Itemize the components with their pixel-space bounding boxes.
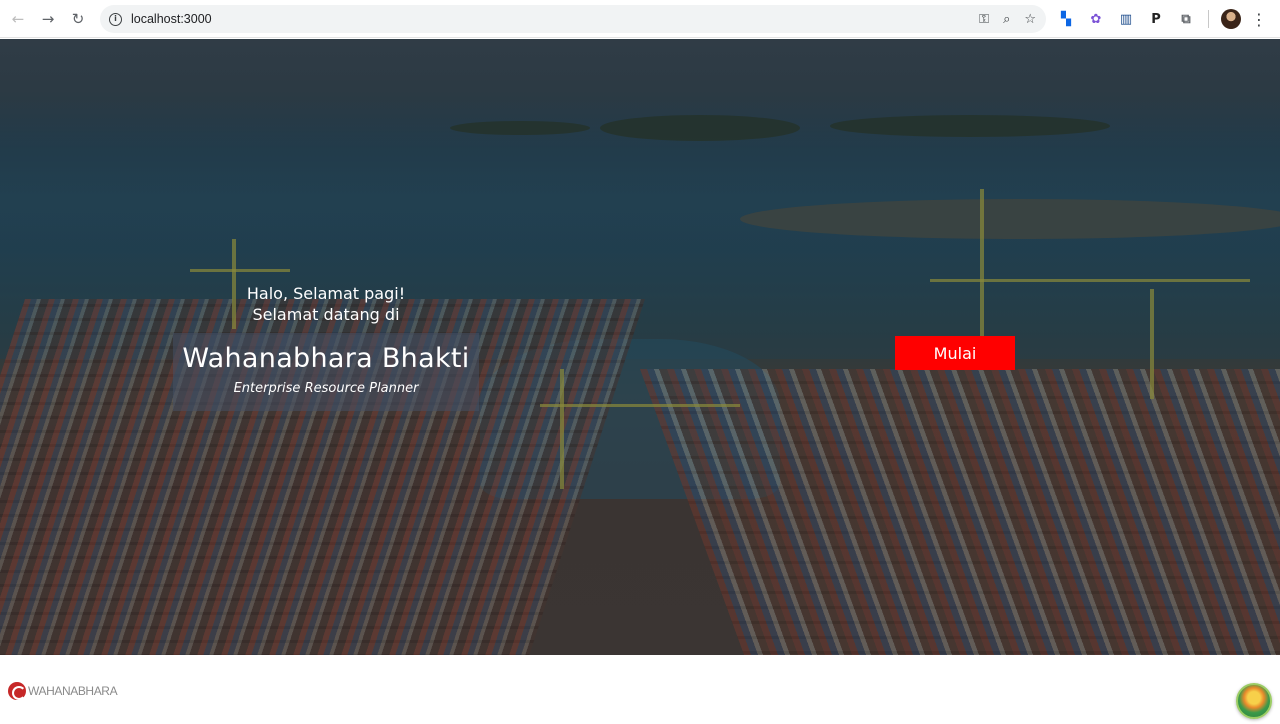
- zoom-icon[interactable]: ⌕: [1003, 12, 1010, 27]
- back-icon[interactable]: ←: [3, 4, 33, 34]
- book-extension-icon[interactable]: ▥: [1116, 9, 1136, 29]
- chat-widget-icon[interactable]: [1236, 683, 1272, 719]
- crane-shape: [980, 189, 984, 339]
- crane-shape: [190, 269, 290, 272]
- island-shape: [740, 199, 1280, 239]
- extensions-bar: ▚ ✿ ▥ P ⧉ ⋮: [1056, 5, 1267, 33]
- crane-shape: [560, 369, 564, 489]
- profile-avatar[interactable]: [1221, 9, 1241, 29]
- app-subtitle: Enterprise Resource Planner: [233, 381, 419, 396]
- footer-logo: WAHANABHARA: [8, 682, 118, 700]
- password-key-icon[interactable]: ⚿: [979, 12, 989, 27]
- url-text[interactable]: localhost:3000: [131, 12, 212, 26]
- reload-icon[interactable]: ↻: [63, 4, 93, 34]
- greeting: Halo, Selamat pagi! Selamat datang di: [172, 283, 480, 325]
- toolbar-divider: [1208, 10, 1209, 28]
- island-shape: [830, 115, 1110, 137]
- extensions-puzzle-icon[interactable]: ⧉: [1176, 9, 1196, 29]
- greeting-line-2: Selamat datang di: [252, 305, 400, 324]
- crane-shape: [1150, 289, 1154, 399]
- brand-name: WAHANABHARA: [28, 684, 118, 698]
- title-box: Wahanabhara Bhakti Enterprise Resource P…: [173, 333, 479, 411]
- island-shape: [600, 115, 800, 141]
- island-shape: [450, 121, 590, 135]
- crane-shape: [930, 279, 1250, 282]
- container-yard-right: [639, 369, 1280, 655]
- multi-extension-icon[interactable]: ✿: [1086, 9, 1106, 29]
- address-bar[interactable]: i localhost:3000 ⚿ ⌕ ☆: [100, 5, 1046, 33]
- menu-kebab-icon[interactable]: ⋮: [1251, 10, 1267, 29]
- forward-icon[interactable]: →: [33, 4, 63, 34]
- crane-shape: [540, 404, 740, 407]
- brand-logo-icon: [8, 682, 26, 700]
- p-extension-icon[interactable]: P: [1146, 9, 1166, 29]
- site-info-icon[interactable]: i: [109, 12, 122, 26]
- trello-extension-icon[interactable]: ▚: [1056, 9, 1076, 29]
- bookmark-star-icon[interactable]: ☆: [1024, 12, 1036, 27]
- start-button[interactable]: Mulai: [895, 336, 1015, 370]
- app-title: Wahanabhara Bhakti: [182, 343, 470, 374]
- greeting-line-1: Halo, Selamat pagi!: [246, 284, 406, 303]
- browser-toolbar: ← → ↻ i localhost:3000 ⚿ ⌕ ☆ ▚ ✿ ▥ P ⧉ ⋮: [0, 0, 1280, 38]
